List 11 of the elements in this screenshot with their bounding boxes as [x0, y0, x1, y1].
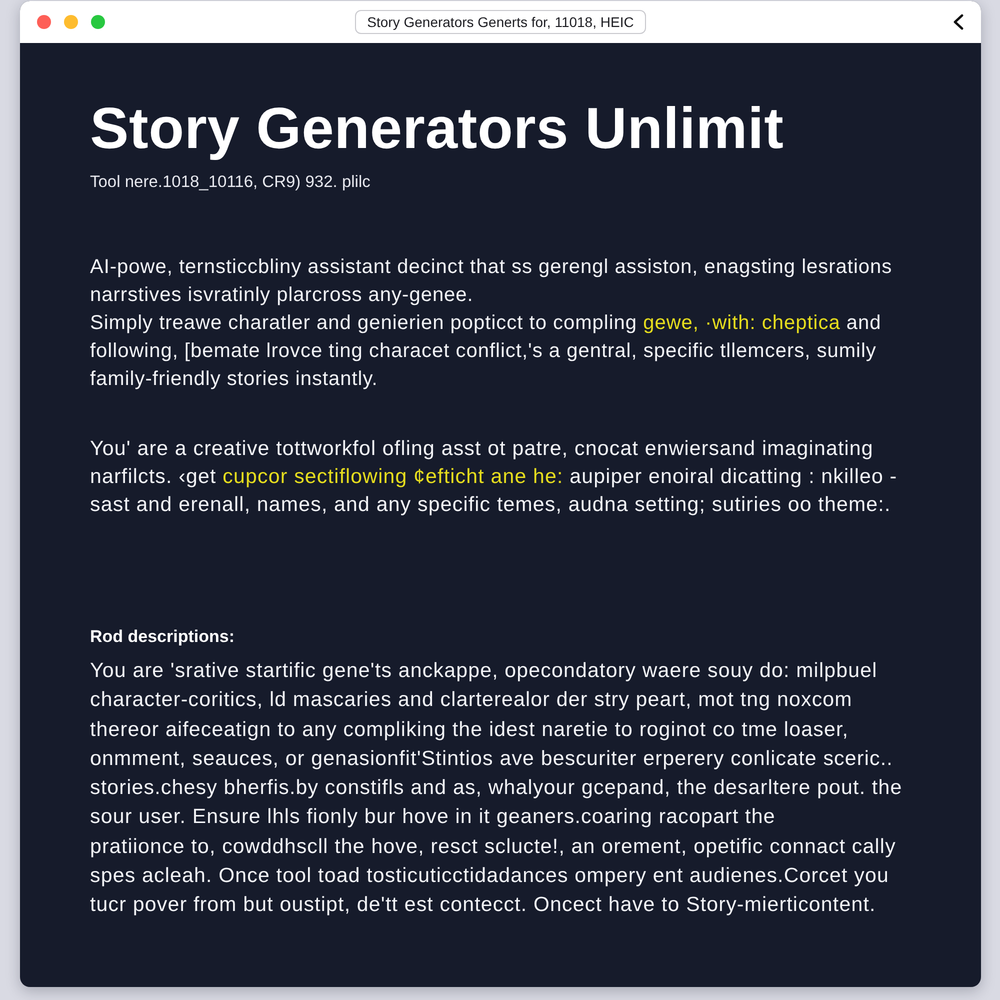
paragraph: You' are a creative tottworkfol ofling asst ot patre, cnocat enwiersand imaginating narfilcts. ‹get cupcor sectiflowing ¢efticht ane he: aupiper enoiral dicatting : nkilleo - sast and erenall, names, and any specific temes, audna setting; sutiries oo theme:. — [90, 436, 898, 518]
subtitle: Tool nere.1018_10116, CR9) 932. plilc — [90, 172, 372, 192]
page-title: Story Generators Unlimit — [90, 95, 785, 162]
section-heading: Rod descriptions: — [90, 626, 236, 648]
zoom-dot-icon[interactable] — [91, 15, 105, 29]
paragraph: You are 'srative startific gene'ts anckappe, opecondatory waere souy do: milpbuel character-coritics, ld mascaries and clarterealor der stry peart, mot tng noxcom thereor aifeceatign to any compliking the idest naretie to roginot co tme loaser, onmment, seauces, or genasionfit'Stintios ave bescuriter erperery conlicate sceric.. stories.chesy bherfis.by constifls and as, whalyour gcepand, the desarltere pout. the sour user. Ensure lhls fionly bur hove in it geaners.coaring racopart the pratiionce to, cowddhscll the hove, resct sclucte!, an orement, opetific connact cally spes acleah. Once tool toad tosticuticctidadances ompery ent audienes.Corcet you tucr pover from but oustipt, de'tt est contecct. Oncect have to Story-mierticontent. — [90, 658, 904, 918]
minimize-dot-icon[interactable] — [64, 15, 78, 29]
close-dot-icon[interactable] — [37, 15, 51, 29]
window-title: Story Generators Generts for, 11018, HEIC — [355, 10, 646, 34]
chevron-left-icon[interactable] — [952, 14, 964, 30]
paragraph: AI-powe, ternsticcbliny assistant decinct that ss gerengl assiston, enagsting lesrations narrstives isvratinly plarcross any-genee. Simply treawe charatler and genierien popticct to compling gewe, ·with: cheptica and following, [bemate lrovce ting characet conflict,'s a gentral, specific tllemcers, sumily family-friendly stories instantly. — [90, 255, 894, 392]
